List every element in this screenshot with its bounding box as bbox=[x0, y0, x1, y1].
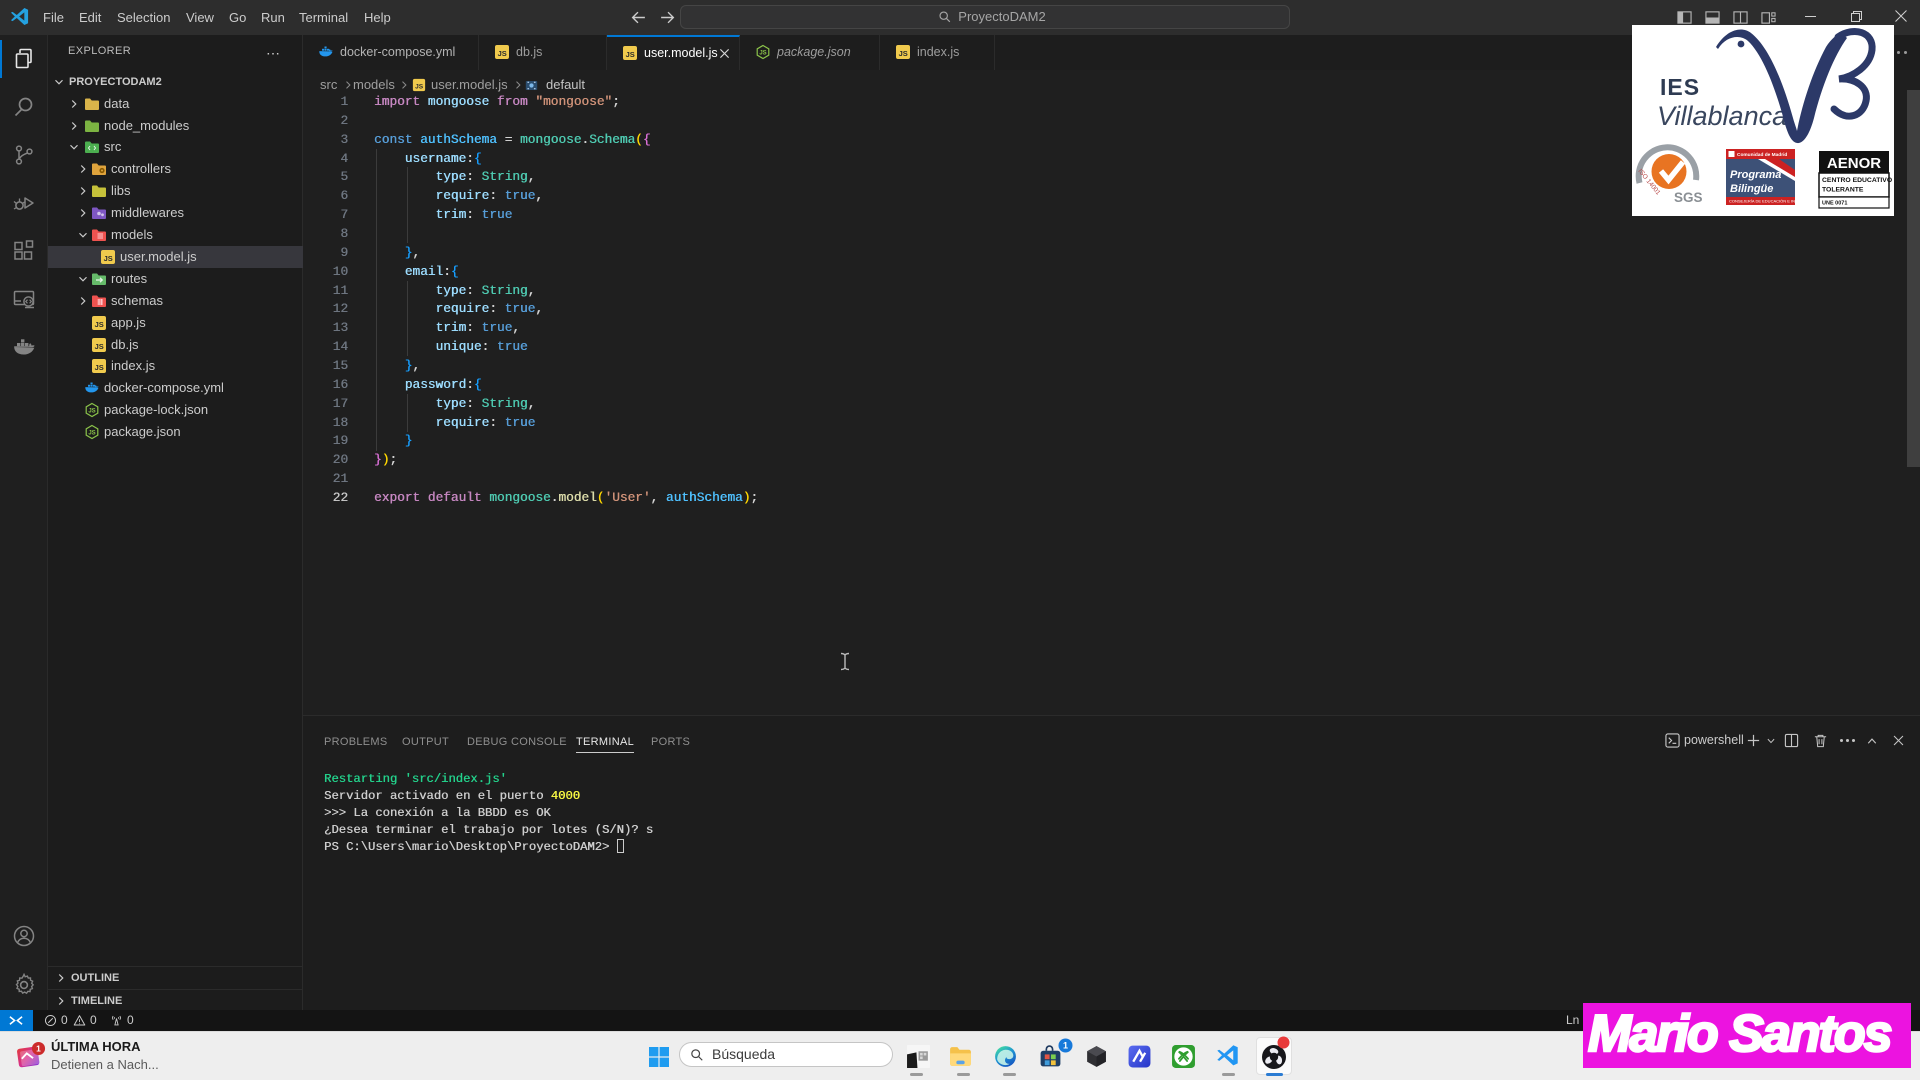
svg-text:JS: JS bbox=[95, 363, 104, 372]
svg-text:JS: JS bbox=[626, 50, 635, 59]
svg-text:Comunidad de Madrid: Comunidad de Madrid bbox=[1737, 152, 1787, 158]
svg-text:1: 1 bbox=[1063, 1041, 1068, 1051]
svg-text:Programa: Programa bbox=[1730, 169, 1781, 181]
svg-text:JS: JS bbox=[415, 84, 424, 91]
svg-text:JS: JS bbox=[498, 49, 507, 58]
svg-text:TOLERANTE: TOLERANTE bbox=[1822, 187, 1864, 194]
svg-text:UNE 0071: UNE 0071 bbox=[1822, 201, 1847, 207]
svg-text:1: 1 bbox=[36, 1043, 41, 1053]
svg-text:JS: JS bbox=[95, 342, 104, 351]
svg-text:JS: JS bbox=[899, 49, 908, 58]
svg-text:JS: JS bbox=[88, 430, 95, 436]
svg-text:CONSEJERÍA DE EDUCACIÓN E INVE: CONSEJERÍA DE EDUCACIÓN E INVESTIGACIÓN bbox=[1729, 199, 1822, 204]
svg-text:AENOR: AENOR bbox=[1827, 155, 1881, 172]
svg-text:CENTRO EDUCATIVO: CENTRO EDUCATIVO bbox=[1822, 177, 1892, 184]
svg-text:JS: JS bbox=[104, 254, 113, 263]
svg-text:SGS: SGS bbox=[1674, 190, 1703, 205]
svg-text:JS: JS bbox=[759, 50, 766, 56]
svg-text:JS: JS bbox=[95, 320, 104, 329]
svg-text:JS: JS bbox=[88, 408, 95, 414]
svg-text:Bilingüe: Bilingüe bbox=[1730, 183, 1773, 195]
